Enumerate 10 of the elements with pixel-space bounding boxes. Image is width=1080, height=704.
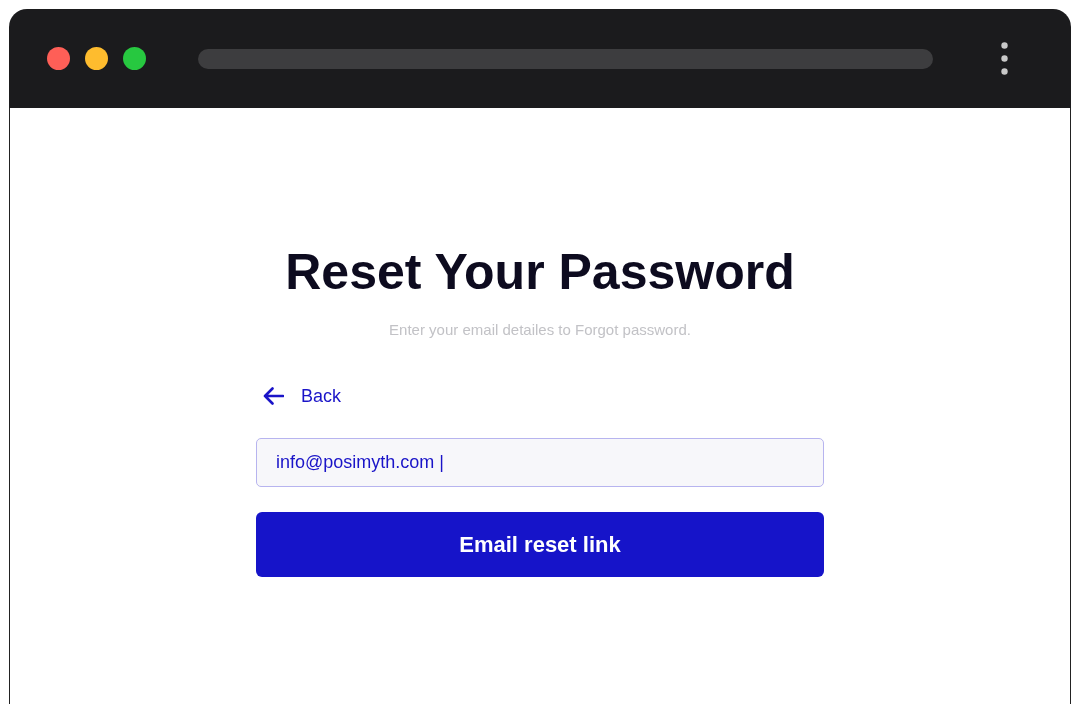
more-menu-icon[interactable] xyxy=(1001,42,1008,75)
back-link[interactable]: Back xyxy=(256,384,342,408)
window-button-icon[interactable] xyxy=(123,47,146,70)
email-field[interactable]: info@posimyth.com | xyxy=(256,438,824,487)
arrow-left-icon xyxy=(263,387,284,405)
page-title: Reset Your Password xyxy=(285,243,795,302)
submit-button[interactable]: Email reset link xyxy=(256,512,824,577)
window-button-icon[interactable] xyxy=(47,47,70,70)
page-subtitle: Enter your email detailes to Forgot password. xyxy=(389,321,691,339)
window-button-icon[interactable] xyxy=(85,47,108,70)
